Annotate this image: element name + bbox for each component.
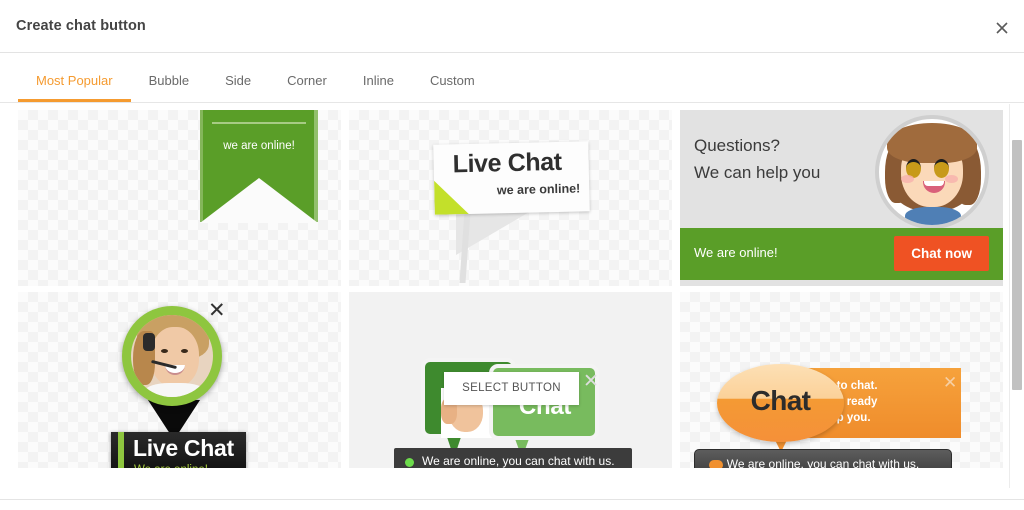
orange-chat-oval: Chat: [717, 364, 844, 442]
tab-corner[interactable]: Corner: [269, 73, 345, 102]
agent-body: [145, 383, 205, 397]
ribbon-status-text: we are online!: [223, 140, 295, 152]
tab-inline[interactable]: Inline: [345, 73, 412, 102]
agent-eye-right: [181, 349, 188, 353]
template-tile-headset-live-chat[interactable]: ✕ Live Chat We are online!: [18, 292, 341, 468]
template-tile-questions-card[interactable]: Questions? We can help you We are online…: [680, 110, 1003, 286]
bar-accent: [118, 432, 124, 468]
agent-photo-ring: [122, 306, 222, 406]
template-tile-live-chat-bubble[interactable]: Live Chat we are online!: [349, 110, 672, 286]
template-tile-ribbon-banner[interactable]: we are online!: [18, 110, 341, 286]
bubble-subtitle: we are online!: [496, 181, 581, 198]
avatar-hair-front: [887, 123, 977, 163]
avatar: [875, 115, 989, 229]
avatar-cheek-right: [945, 175, 958, 183]
tab-custom[interactable]: Custom: [412, 73, 493, 102]
close-icon[interactable]: ✕: [208, 300, 226, 321]
vertical-scrollbar[interactable]: [1009, 104, 1024, 488]
questions-line-1: Questions?: [694, 136, 780, 155]
status-text: We are online, you can chat with us.: [726, 457, 920, 468]
ribbon-notch: [200, 178, 318, 223]
questions-headline: Questions? We can help you: [694, 132, 820, 186]
status-bar: We are online, you can chat with us.: [394, 448, 632, 468]
avatar-cheek-left: [901, 175, 914, 183]
questions-line-2: We can help you: [694, 163, 821, 182]
questions-status-bar: We are online! Chat now: [680, 228, 1003, 280]
status-bar: We are online, you can chat with us.: [694, 449, 952, 468]
modal-header: Create chat button: [0, 0, 1024, 53]
headset-icon: [143, 333, 155, 351]
modal-footer: [0, 499, 1024, 510]
oval-label: Chat: [750, 385, 811, 416]
tab-side[interactable]: Side: [207, 73, 269, 102]
agent-eye-left: [161, 349, 168, 353]
ribbon-hairline: [212, 122, 306, 124]
questions-status-text: We are online!: [694, 245, 778, 260]
select-button-overlay[interactable]: SELECT BUTTON: [444, 372, 579, 405]
bubble-card: Live Chat we are online!: [433, 141, 590, 215]
live-chat-subtitle: We are online!: [134, 464, 208, 468]
online-status-dot-icon: [405, 458, 414, 467]
tab-bubble[interactable]: Bubble: [131, 73, 207, 102]
ribbon-banner-preview: we are online!: [200, 110, 318, 223]
template-row: we are online! Live Chat we are online!: [18, 110, 1010, 286]
avatar-shoulders: [905, 207, 961, 225]
questions-card-preview: Questions? We can help you We are online…: [680, 110, 1003, 286]
agent-photo: [131, 315, 213, 397]
status-text: We are online, you can chat with us.: [422, 454, 615, 468]
template-tile-orange-chat[interactable]: Click to chat. We are ready to help you.…: [680, 292, 1003, 468]
bubble-corner-accent: [434, 179, 469, 215]
template-gallery: we are online! Live Chat we are online!: [0, 104, 1010, 488]
scrollbar-thumb[interactable]: [1012, 140, 1022, 390]
live-chat-title: Live Chat: [133, 435, 234, 461]
tab-most-popular[interactable]: Most Popular: [18, 73, 131, 102]
close-icon[interactable]: ✕: [583, 372, 599, 391]
chat-now-button[interactable]: Chat now: [894, 236, 989, 271]
template-tile-double-green-bubbles[interactable]: Chat ✕ SELECT BUTTON We are online, you …: [349, 292, 672, 468]
template-category-tabs: Most Popular Bubble Side Corner Inline C…: [0, 53, 1024, 103]
close-icon[interactable]: [988, 14, 1016, 42]
page-title: Create chat button: [16, 18, 146, 34]
live-chat-bar: Live Chat We are online!: [111, 432, 246, 468]
bubble-title: Live Chat: [452, 147, 562, 179]
avatar-teeth: [924, 181, 944, 186]
live-chat-bubble-preview: Live Chat we are online!: [433, 141, 594, 283]
select-button-label: SELECT BUTTON: [462, 382, 561, 394]
close-icon[interactable]: ✕: [943, 374, 957, 391]
agent-face: [151, 327, 199, 387]
template-row: ✕ Live Chat We are online!: [18, 292, 1010, 468]
create-chat-button-modal: Create chat button Most Popular Bubble S…: [0, 0, 1024, 510]
